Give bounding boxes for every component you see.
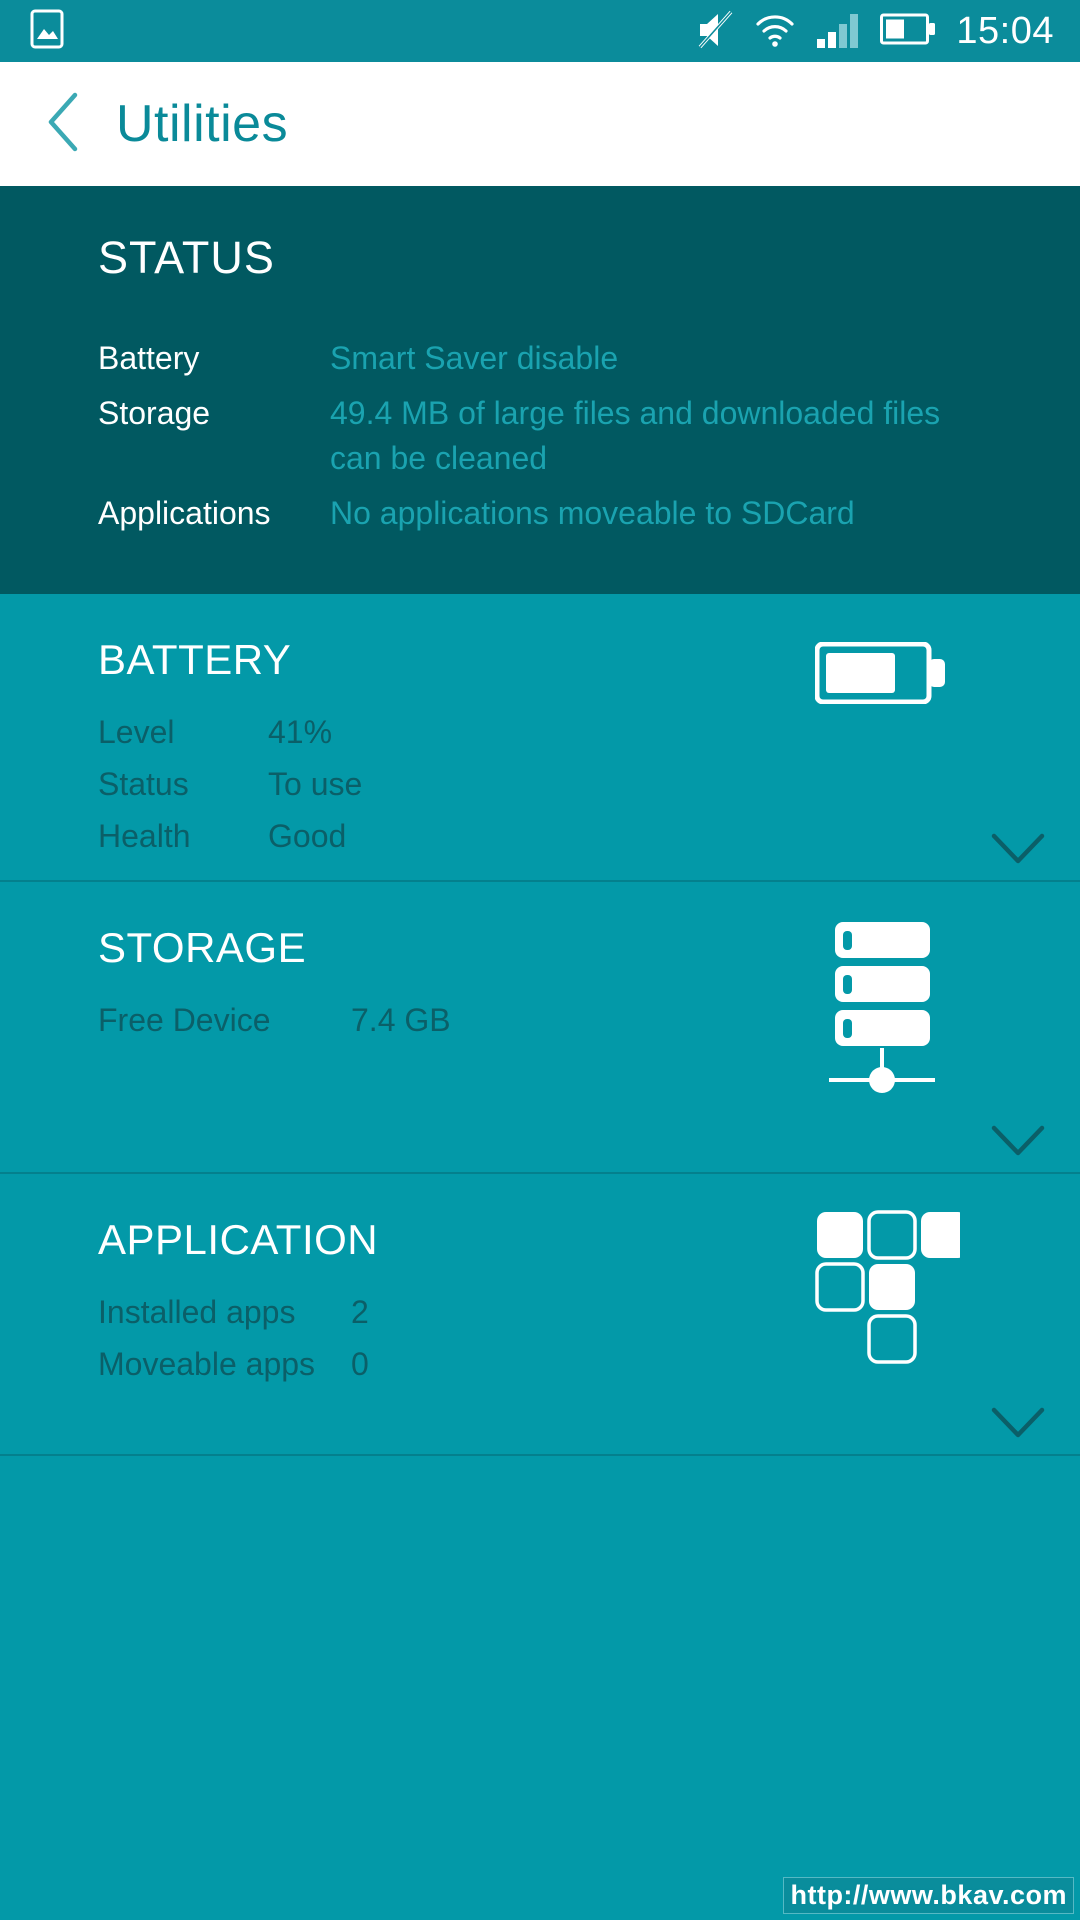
back-button[interactable] xyxy=(34,91,96,158)
stat-key: Free Device xyxy=(98,1002,271,1038)
card-battery-body: Level 41% Status To use Health Good xyxy=(0,706,1080,862)
card-battery[interactable]: BATTERY Level 41% Status To use Health G… xyxy=(0,594,1080,882)
expand-battery-button[interactable] xyxy=(990,832,1046,866)
stat-key: Moveable apps xyxy=(98,1346,316,1382)
status-row-applications: Applications No applications moveable to… xyxy=(0,491,1080,536)
watermark: http://www.bkav.com xyxy=(783,1877,1074,1914)
status-row-storage: Storage 49.4 MB of large files and downl… xyxy=(0,391,1080,481)
status-key: Storage xyxy=(98,395,211,431)
stat-key: Level xyxy=(98,714,175,750)
status-bar-clock: 15:04 xyxy=(956,9,1054,52)
page-title: Utilities xyxy=(116,95,289,153)
chevron-down-icon xyxy=(990,1125,1046,1162)
battery-health-row: Health Good xyxy=(0,810,1080,862)
card-storage[interactable]: STORAGE Free Device 7.4 GB xyxy=(0,882,1080,1174)
status-panel-heading: STATUS xyxy=(98,232,275,283)
chevron-down-icon xyxy=(990,1407,1046,1444)
phone-screen: 15:04 Utilities STATUS Battery Smart Sav… xyxy=(0,0,1080,1920)
chevron-left-icon xyxy=(43,91,87,158)
battery-icon xyxy=(815,642,950,704)
app-grid-icon xyxy=(815,1210,960,1365)
status-bar-left xyxy=(30,9,64,54)
status-bar-right: 15:04 xyxy=(696,9,1054,54)
battery-level-row: Level 41% xyxy=(0,706,1080,758)
empty-area xyxy=(0,1456,1080,1920)
server-stack-icon xyxy=(815,922,950,1102)
battery-status-row: Status To use xyxy=(0,758,1080,810)
wifi-icon xyxy=(754,9,796,54)
stat-value: 2 xyxy=(351,1294,369,1330)
mute-icon xyxy=(696,9,734,54)
stat-value: To use xyxy=(268,766,363,802)
stat-value: 7.4 GB xyxy=(351,1002,451,1038)
card-application[interactable]: APPLICATION Installed apps 2 Moveable ap… xyxy=(0,1174,1080,1456)
status-value: No applications moveable to SDCard xyxy=(330,495,855,531)
app-bar: Utilities xyxy=(0,62,1080,186)
stat-value: 41% xyxy=(268,714,333,750)
battery-icon xyxy=(880,12,936,51)
status-value: Smart Saver disable xyxy=(330,340,619,376)
image-icon xyxy=(30,9,64,54)
stat-key: Installed apps xyxy=(98,1294,296,1330)
status-key: Applications xyxy=(98,495,271,531)
status-row-battery: Battery Smart Saver disable xyxy=(0,336,1080,381)
status-panel: STATUS Battery Smart Saver disable Stora… xyxy=(0,186,1080,594)
signal-icon xyxy=(816,9,860,54)
expand-storage-button[interactable] xyxy=(990,1124,1046,1158)
stat-value: Good xyxy=(268,818,347,854)
stat-value: 0 xyxy=(351,1346,369,1382)
stat-key: Status xyxy=(98,766,189,802)
expand-application-button[interactable] xyxy=(990,1406,1046,1440)
status-value: 49.4 MB of large files and downloaded fi… xyxy=(330,395,941,476)
status-bar: 15:04 xyxy=(0,0,1080,62)
stat-key: Health xyxy=(98,818,191,854)
status-key: Battery xyxy=(98,340,200,376)
chevron-down-icon xyxy=(990,833,1046,870)
